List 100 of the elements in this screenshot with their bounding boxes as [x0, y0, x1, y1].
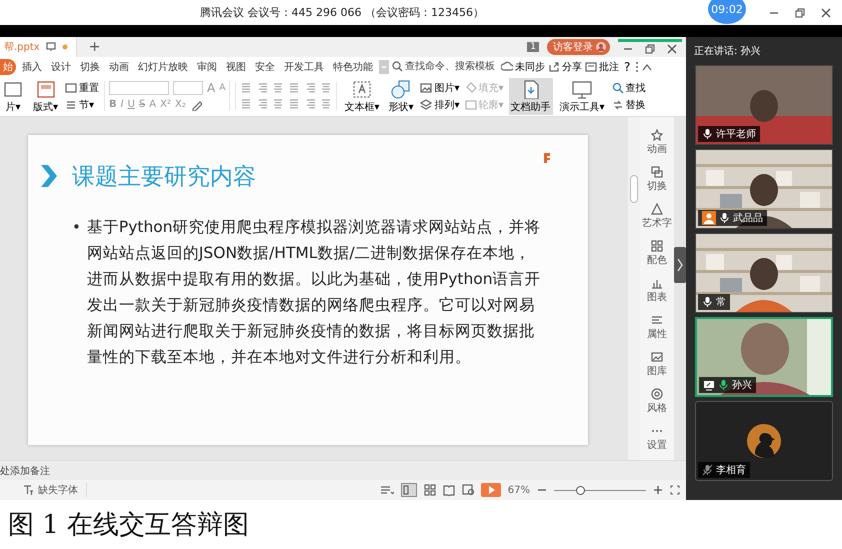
menu-tab[interactable]: 特色功能 — [330, 58, 376, 75]
play-icon[interactable] — [480, 483, 501, 498]
menu-tab[interactable]: 安全 — [252, 58, 278, 75]
participant-name: 常 — [716, 296, 726, 309]
outdent-icon[interactable] — [272, 82, 284, 94]
menu-tab[interactable]: 审阅 — [194, 58, 220, 75]
toolbar-button[interactable]: 分享 — [548, 60, 582, 74]
menu-tab[interactable]: 幻灯片放映 — [135, 58, 191, 75]
side-tool-button[interactable]: 属性 — [647, 314, 667, 341]
menu-tab[interactable]: 视图 — [223, 58, 249, 75]
login-button[interactable]: 访客登录 — [547, 39, 610, 55]
unsaved-dot-icon — [62, 44, 68, 50]
numbered-list-icon[interactable] — [256, 82, 268, 94]
menu-tab[interactable]: 动画 — [106, 58, 132, 75]
collapse-icon[interactable] — [642, 62, 652, 71]
transition-icon — [651, 166, 663, 178]
participant-name: 武品品 — [733, 212, 763, 225]
layers-icon — [420, 98, 432, 111]
align-right-icon[interactable] — [272, 98, 284, 110]
restore-icon[interactable] — [794, 6, 806, 18]
distribute-icon[interactable] — [304, 98, 316, 110]
normal-view-icon[interactable] — [400, 483, 417, 498]
ribbon-button[interactable]: 文档助手 — [508, 78, 553, 115]
notes-field[interactable]: 处添加备注 — [0, 460, 686, 480]
missing-fonts-button[interactable]: 缺失字体 — [14, 483, 87, 498]
video-tile[interactable]: 孙兴 — [695, 317, 833, 397]
toolbar-button[interactable]: 批注 — [585, 60, 619, 74]
side-tool-button[interactable]: 切换 — [647, 166, 667, 193]
notes-toggle-icon[interactable] — [380, 484, 394, 496]
font-size-field[interactable] — [173, 81, 204, 96]
video-tile[interactable]: 李相育 — [695, 401, 833, 481]
side-tool-button[interactable]: 图表 — [647, 276, 667, 304]
indent-icon[interactable] — [288, 82, 300, 94]
menu-tab[interactable]: 开发工具 — [281, 58, 327, 75]
menu-tab[interactable]: 插入 — [19, 58, 45, 75]
ribbon-button[interactable]: 排列▾ — [420, 98, 460, 112]
fullscreen-icon[interactable] — [670, 485, 680, 496]
video-tile[interactable]: 许平老师 — [695, 65, 833, 145]
side-tool-button[interactable]: 艺术字 — [642, 202, 672, 230]
align-center-icon[interactable] — [256, 98, 268, 110]
ribbon-button[interactable]: 图片▾ — [420, 80, 460, 95]
font-name-field[interactable] — [109, 81, 170, 96]
chevron-icon — [40, 164, 58, 188]
ribbon-button[interactable]: 演示工具▾ — [558, 78, 607, 115]
menu-tab[interactable]: 设计 — [48, 58, 74, 75]
search-field[interactable]: 查找命令、搜索模板 — [392, 61, 498, 72]
line-spacing-icon[interactable] — [320, 82, 332, 94]
restore-icon[interactable] — [644, 42, 656, 54]
sorter-view-icon[interactable] — [424, 484, 436, 496]
meeting-info: 腾讯会议 会议号：445 296 066 （会议密码：123456） — [200, 5, 484, 20]
video-tile[interactable]: 武品品 — [695, 149, 833, 229]
close-icon[interactable] — [666, 42, 678, 54]
slider-thumb[interactable] — [576, 486, 585, 495]
window-count-badge: 1 — [527, 42, 539, 52]
ribbon-button[interactable]: 片▾ — [0, 78, 26, 115]
monitor-icon — [571, 78, 594, 99]
timer-badge: 09:02 — [708, 0, 746, 24]
present-view-icon[interactable] — [462, 484, 474, 496]
expand-panel-icon[interactable] — [674, 246, 686, 283]
new-tab-button[interactable]: + — [84, 39, 104, 55]
side-tool-button[interactable]: 配色 — [647, 240, 667, 267]
ribbon-button[interactable]: 节▾ — [65, 98, 100, 112]
close-icon[interactable] — [820, 6, 832, 18]
help-button[interactable]: ? — [622, 60, 632, 74]
reading-view-icon[interactable] — [442, 484, 455, 496]
toolbar-button[interactable]: 未同步 — [501, 60, 545, 74]
columns-icon[interactable] — [304, 82, 316, 94]
participant-name: 孙兴 — [732, 378, 752, 392]
more-options-icon[interactable] — [635, 60, 640, 73]
bullet-list-icon[interactable] — [240, 82, 252, 94]
justify-icon[interactable] — [288, 98, 300, 110]
scrollbar-thumb-icon[interactable] — [630, 174, 638, 203]
menu-tab[interactable]: 切换 — [77, 58, 103, 75]
side-tool-button[interactable]: 风格 — [647, 388, 667, 415]
palette-icon — [651, 388, 663, 400]
side-tool-button[interactable]: 动画 — [647, 128, 667, 156]
cloud-icon — [501, 60, 513, 73]
speaking-indicator: 正在讲话: 孙兴 — [693, 44, 762, 59]
video-tile[interactable]: 常 — [695, 233, 833, 313]
ribbon-button[interactable]: 文本框▾ — [342, 78, 382, 115]
user-icon — [596, 42, 606, 52]
shapes-icon — [390, 78, 412, 99]
ribbon-button[interactable]: 替换 — [612, 98, 646, 112]
side-tool-button[interactable]: 图库 — [647, 350, 667, 378]
monitor-icon[interactable] — [46, 42, 56, 52]
zoom-in-icon[interactable] — [653, 485, 663, 496]
ribbon-button[interactable]: 版式▾ — [31, 78, 60, 115]
section-icon — [65, 98, 78, 111]
eraser-icon[interactable] — [190, 99, 202, 112]
search-icon — [612, 82, 624, 94]
zoom-level[interactable]: 67% — [508, 484, 530, 496]
ribbon-button[interactable]: 重置 — [65, 80, 100, 95]
avatar-icon — [747, 424, 781, 458]
text-direction-icon[interactable] — [320, 98, 332, 110]
side-tool-button[interactable]: 设置 — [647, 424, 667, 452]
align-left-icon[interactable] — [240, 98, 252, 110]
ribbon-button[interactable]: 查找 — [612, 80, 646, 95]
ribbon-button[interactable]: 形状▾ — [386, 78, 416, 115]
text-box-icon — [350, 78, 373, 99]
replace-icon — [612, 98, 624, 111]
